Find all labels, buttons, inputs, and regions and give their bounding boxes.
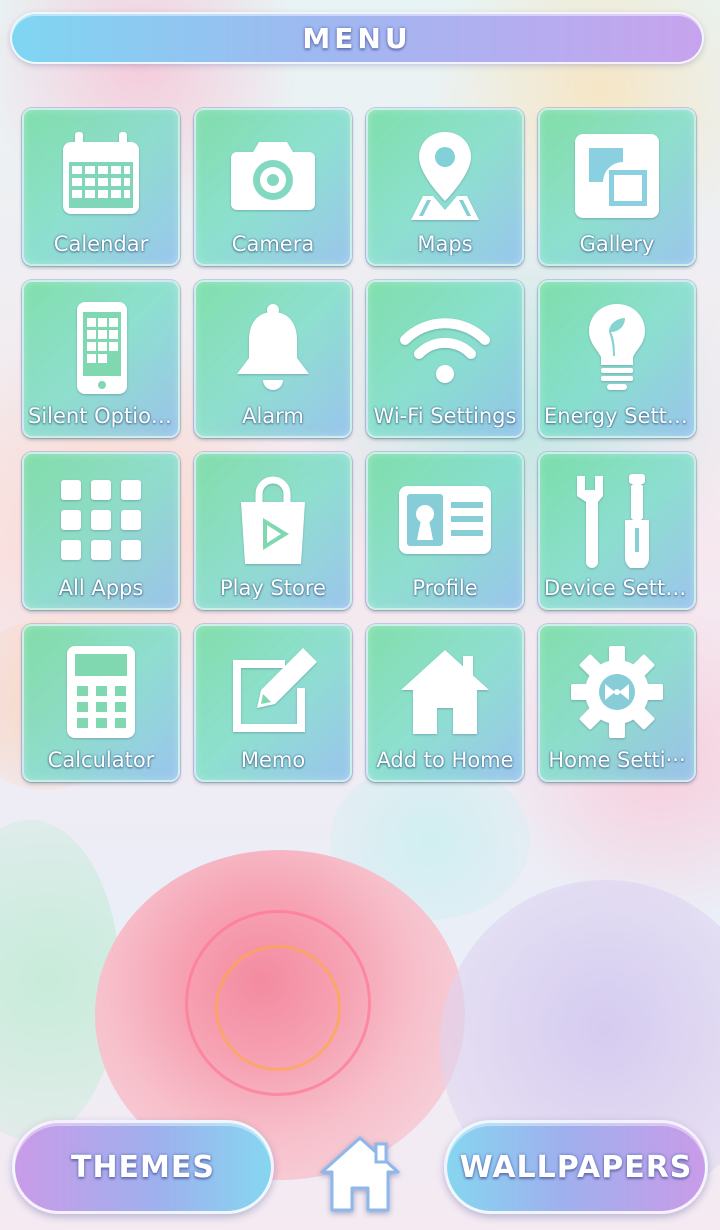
tile-add-to-home[interactable]: Add to Home [366, 624, 524, 782]
tile-wifi-settings[interactable]: Wi-Fi Settings [366, 280, 524, 438]
lightbulb-icon [569, 300, 665, 396]
tile-label: Silent Options [28, 404, 174, 428]
tile-label: All Apps [58, 576, 144, 600]
tile-label: Gallery [579, 232, 655, 256]
tile-gallery[interactable]: Gallery [538, 108, 696, 266]
tile-play-store[interactable]: Play Store [194, 452, 352, 610]
tile-home-settings[interactable]: Home Setti··· [538, 624, 696, 782]
tile-profile[interactable]: Profile [366, 452, 524, 610]
calculator-icon [53, 644, 149, 740]
calendar-icon [53, 128, 149, 224]
id-card-icon [397, 472, 493, 568]
tile-device-settings[interactable]: Device Setti··· [538, 452, 696, 610]
tile-label: Camera [231, 232, 315, 256]
memo-pencil-icon [225, 644, 321, 740]
tile-camera[interactable]: Camera [194, 108, 352, 266]
tile-label: Profile [412, 576, 478, 600]
gear-icon [569, 644, 665, 740]
home-icon [397, 644, 493, 740]
tile-label: Alarm [242, 404, 304, 428]
tile-silent-options[interactable]: Silent Options [22, 280, 180, 438]
gallery-icon [569, 128, 665, 224]
map-pin-icon [397, 128, 493, 224]
tile-label: Energy Setti··· [544, 404, 690, 428]
play-store-bag-icon [225, 472, 321, 568]
tools-icon [569, 472, 665, 568]
tile-label: Add to Home [376, 748, 514, 772]
app-grid-icon [53, 472, 149, 568]
tile-label: Memo [240, 748, 306, 772]
tile-label: Maps [417, 232, 473, 256]
tile-label: Calculator [47, 748, 155, 772]
menu-header: MENU [10, 12, 704, 64]
phone-icon [53, 300, 149, 396]
wallpapers-label: WALLPAPERS [459, 1149, 693, 1185]
tile-alarm[interactable]: Alarm [194, 280, 352, 438]
tile-label: Calendar [53, 232, 149, 256]
wallpapers-button[interactable]: WALLPAPERS [444, 1120, 708, 1214]
camera-icon [225, 128, 321, 224]
themes-button[interactable]: THEMES [12, 1120, 274, 1214]
tile-maps[interactable]: Maps [366, 108, 524, 266]
bell-icon [225, 300, 321, 396]
tile-label: Device Setti··· [544, 576, 690, 600]
tile-all-apps[interactable]: All Apps [22, 452, 180, 610]
tile-energy-settings[interactable]: Energy Setti··· [538, 280, 696, 438]
tile-calculator[interactable]: Calculator [22, 624, 180, 782]
home-icon [320, 1136, 400, 1212]
tile-memo[interactable]: Memo [194, 624, 352, 782]
wifi-icon [397, 300, 493, 396]
themes-label: THEMES [70, 1149, 216, 1185]
tile-label: Wi-Fi Settings [373, 404, 517, 428]
tile-calendar[interactable]: Calendar [22, 108, 180, 266]
home-button[interactable] [318, 1132, 402, 1216]
tile-label: Play Store [220, 576, 326, 600]
shortcut-grid: Calendar Camera Maps Gallery Silent Opti… [22, 108, 696, 782]
tile-label: Home Setti··· [548, 748, 686, 772]
menu-title: MENU [302, 21, 412, 55]
